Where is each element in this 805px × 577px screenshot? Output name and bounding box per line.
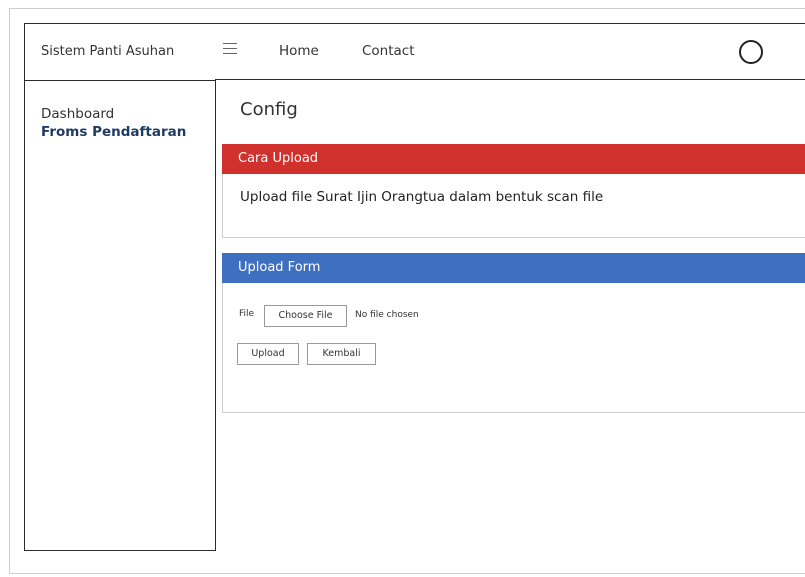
cara-upload-header: Cara Upload xyxy=(222,144,805,174)
sidebar: Sistem Panti Asuhan Dashboard Froms Pend… xyxy=(24,23,216,551)
cara-upload-panel: Cara Upload Upload file Surat Ijin Orang… xyxy=(222,144,805,238)
choose-file-button[interactable]: Choose File xyxy=(264,305,347,327)
cara-upload-text: Upload file Surat Ijin Orangtua dalam be… xyxy=(240,189,604,205)
upload-form-panel: Upload Form File Choose File No file cho… xyxy=(222,253,805,413)
user-circle-icon[interactable] xyxy=(739,40,763,64)
side-nav: Dashboard Froms Pendaftaran xyxy=(41,105,186,141)
nav-home-link[interactable]: Home xyxy=(279,24,319,79)
page-title: Config xyxy=(240,99,298,120)
upload-button[interactable]: Upload xyxy=(237,343,299,365)
upload-form-header: Upload Form xyxy=(222,253,805,283)
top-navbar: Home Contact xyxy=(215,23,805,80)
no-file-chosen-text: No file chosen xyxy=(355,310,419,320)
app-title: Sistem Panti Asuhan xyxy=(25,24,215,81)
file-label: File xyxy=(239,309,255,319)
sidebar-item-froms-pendaftaran[interactable]: Froms Pendaftaran xyxy=(41,123,186,141)
kembali-button[interactable]: Kembali xyxy=(307,343,376,365)
hamburger-icon[interactable] xyxy=(223,43,237,55)
nav-contact-link[interactable]: Contact xyxy=(362,24,415,79)
sidebar-item-dashboard[interactable]: Dashboard xyxy=(41,105,186,123)
